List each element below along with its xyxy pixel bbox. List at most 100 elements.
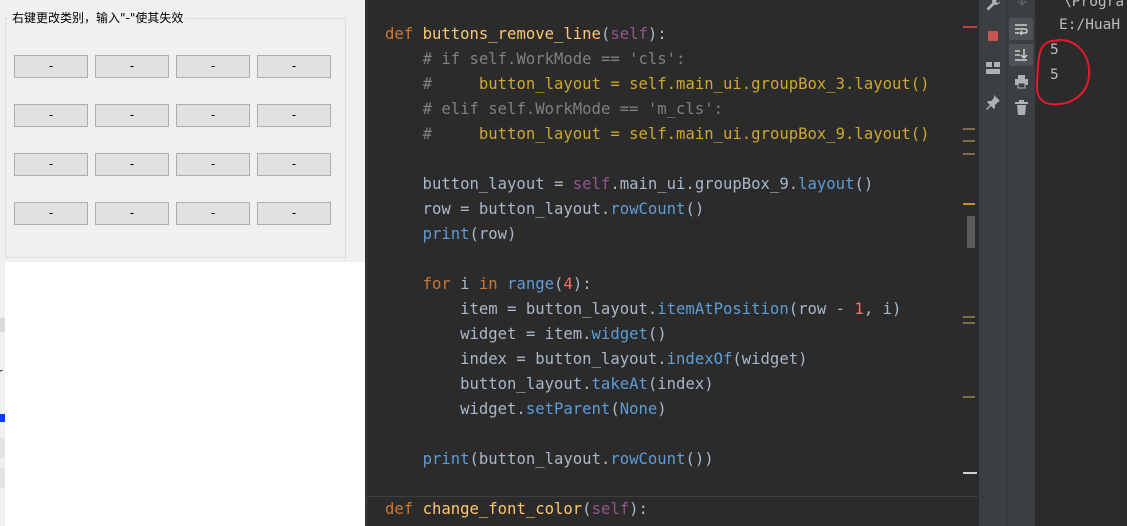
category-button[interactable]: - xyxy=(257,153,331,176)
editor-scrollbar-thumb[interactable] xyxy=(967,216,975,248)
category-button[interactable]: - xyxy=(14,55,88,78)
pin-icon[interactable] xyxy=(985,94,1001,110)
code-token: itemAtPosition xyxy=(657,300,789,318)
stop-icon[interactable] xyxy=(987,30,999,42)
code-token: ): xyxy=(647,25,667,43)
code-token: widget xyxy=(591,325,648,343)
category-button[interactable]: - xyxy=(176,202,250,225)
warning-marker[interactable] xyxy=(963,203,975,205)
code-line[interactable]: button_layout.takeAt(index) xyxy=(385,372,714,397)
scroll-marker[interactable] xyxy=(963,153,975,155)
category-button[interactable]: - xyxy=(95,104,169,127)
code-token: indexOf xyxy=(666,350,733,368)
code-line[interactable]: widget = item.widget() xyxy=(385,322,667,347)
scroll-marker[interactable] xyxy=(963,128,975,130)
code-token: widget = item. xyxy=(385,325,592,343)
category-button[interactable]: - xyxy=(95,202,169,225)
code-token: (row) xyxy=(469,225,517,243)
code-line[interactable]: def change_font_color(self): xyxy=(385,497,648,522)
category-button[interactable]: - xyxy=(176,153,250,176)
scroll-marker[interactable] xyxy=(963,396,975,398)
code-token: # elif self.WorkMode == 'm_cls': xyxy=(422,100,723,118)
background-window-strip: r xyxy=(0,262,5,526)
code-line[interactable]: index = button_layout.indexOf(widget) xyxy=(385,347,807,372)
strip-letter: r xyxy=(0,366,3,379)
code-line[interactable]: # if self.WorkMode == 'cls': xyxy=(385,47,686,72)
error-marker[interactable] xyxy=(963,26,977,28)
wrench-icon[interactable] xyxy=(985,0,1001,12)
code-token: row = button_layout. xyxy=(385,200,611,218)
code-token: None xyxy=(619,400,658,418)
category-button[interactable]: - xyxy=(95,153,169,176)
code-token: , i) xyxy=(863,300,902,318)
code-line[interactable]: # button_layout = self.main_ui.groupBox_… xyxy=(385,72,930,97)
red-annotation-circle xyxy=(1035,38,1091,106)
category-button[interactable]: - xyxy=(257,202,331,225)
category-button[interactable]: - xyxy=(176,55,250,78)
qt-window: 右键更改类别，输入"-"使其失效 ---------------- r xyxy=(0,0,365,526)
code-line[interactable]: row = button_layout.rowCount() xyxy=(385,197,705,222)
code-token: 4 xyxy=(563,275,573,293)
category-button[interactable]: - xyxy=(14,104,88,127)
scroll-marker[interactable] xyxy=(963,140,975,142)
code-line[interactable]: # elif self.WorkMode == 'm_cls': xyxy=(385,97,723,122)
code-token: layout xyxy=(798,175,855,193)
code-line[interactable]: item = button_layout.itemAtPosition(row … xyxy=(385,297,901,322)
category-button[interactable]: - xyxy=(95,55,169,78)
arrow-down-icon[interactable] xyxy=(1015,0,1029,8)
scroll-marker[interactable] xyxy=(963,316,975,318)
code-token: button_layout = self.main_ui.groupBox_3.… xyxy=(478,75,930,93)
code-token: def xyxy=(385,500,423,518)
code-editor[interactable]: def buttons_remove_line(self): # if self… xyxy=(365,0,978,526)
scroll-to-end-toggle[interactable] xyxy=(1009,44,1033,66)
code-token: # if self.WorkMode == 'cls': xyxy=(422,50,686,68)
code-token: ) xyxy=(657,400,667,418)
category-button[interactable]: - xyxy=(257,104,331,127)
strip-item xyxy=(0,468,5,488)
code-line[interactable]: print(button_layout.rowCount()) xyxy=(385,447,714,472)
code-token: setParent xyxy=(525,400,611,418)
code-token: 1 xyxy=(854,300,864,318)
caret-marker[interactable] xyxy=(963,472,977,474)
code-line[interactable]: widget.setParent(None) xyxy=(385,397,667,422)
layout-icon[interactable] xyxy=(986,62,1000,74)
scroll-to-end-icon xyxy=(1015,49,1028,61)
code-token: () xyxy=(647,325,667,343)
code-token: self xyxy=(572,175,611,193)
print-icon[interactable] xyxy=(1014,74,1029,89)
code-line[interactable]: # button_layout = self.main_ui.groupBox_… xyxy=(385,122,930,147)
category-button[interactable]: - xyxy=(14,202,88,225)
code-token: self xyxy=(591,500,630,518)
code-line[interactable]: def buttons_remove_line(self): xyxy=(385,22,667,47)
code-token: for xyxy=(422,275,461,293)
code-token: print xyxy=(422,225,470,243)
code-token: rowCount xyxy=(610,200,686,218)
strip-item xyxy=(0,318,5,332)
scroll-marker[interactable] xyxy=(963,322,975,324)
code-token: button_layout = xyxy=(385,175,573,193)
code-token: button_layout = self.main_ui.groupBox_9.… xyxy=(478,125,930,143)
method-separator xyxy=(365,496,978,497)
run-console[interactable]: \Progra E:/HuaH 5 5 xyxy=(1035,0,1127,526)
code-token: ( xyxy=(610,400,620,418)
code-token: range xyxy=(507,275,555,293)
code-token: ( xyxy=(554,275,564,293)
run-toolbar-secondary xyxy=(1006,0,1036,526)
soft-wrap-toggle[interactable] xyxy=(1009,18,1033,40)
run-toolbar-primary xyxy=(978,0,1007,526)
code-token: ( xyxy=(600,25,611,43)
code-token: .main_ui.groupBox_9. xyxy=(610,175,799,193)
code-line[interactable]: for i in range(4): xyxy=(385,272,592,297)
code-token: (index) xyxy=(647,375,714,393)
category-button[interactable]: - xyxy=(176,104,250,127)
code-line[interactable]: print(row) xyxy=(385,222,517,247)
code-line[interactable]: button_layout = self.main_ui.groupBox_9.… xyxy=(385,172,874,197)
code-token: button_layout. xyxy=(385,375,592,393)
trash-icon[interactable] xyxy=(1015,100,1028,115)
category-button[interactable]: - xyxy=(14,153,88,176)
category-button[interactable]: - xyxy=(257,55,331,78)
code-token: item = button_layout. xyxy=(385,300,658,318)
